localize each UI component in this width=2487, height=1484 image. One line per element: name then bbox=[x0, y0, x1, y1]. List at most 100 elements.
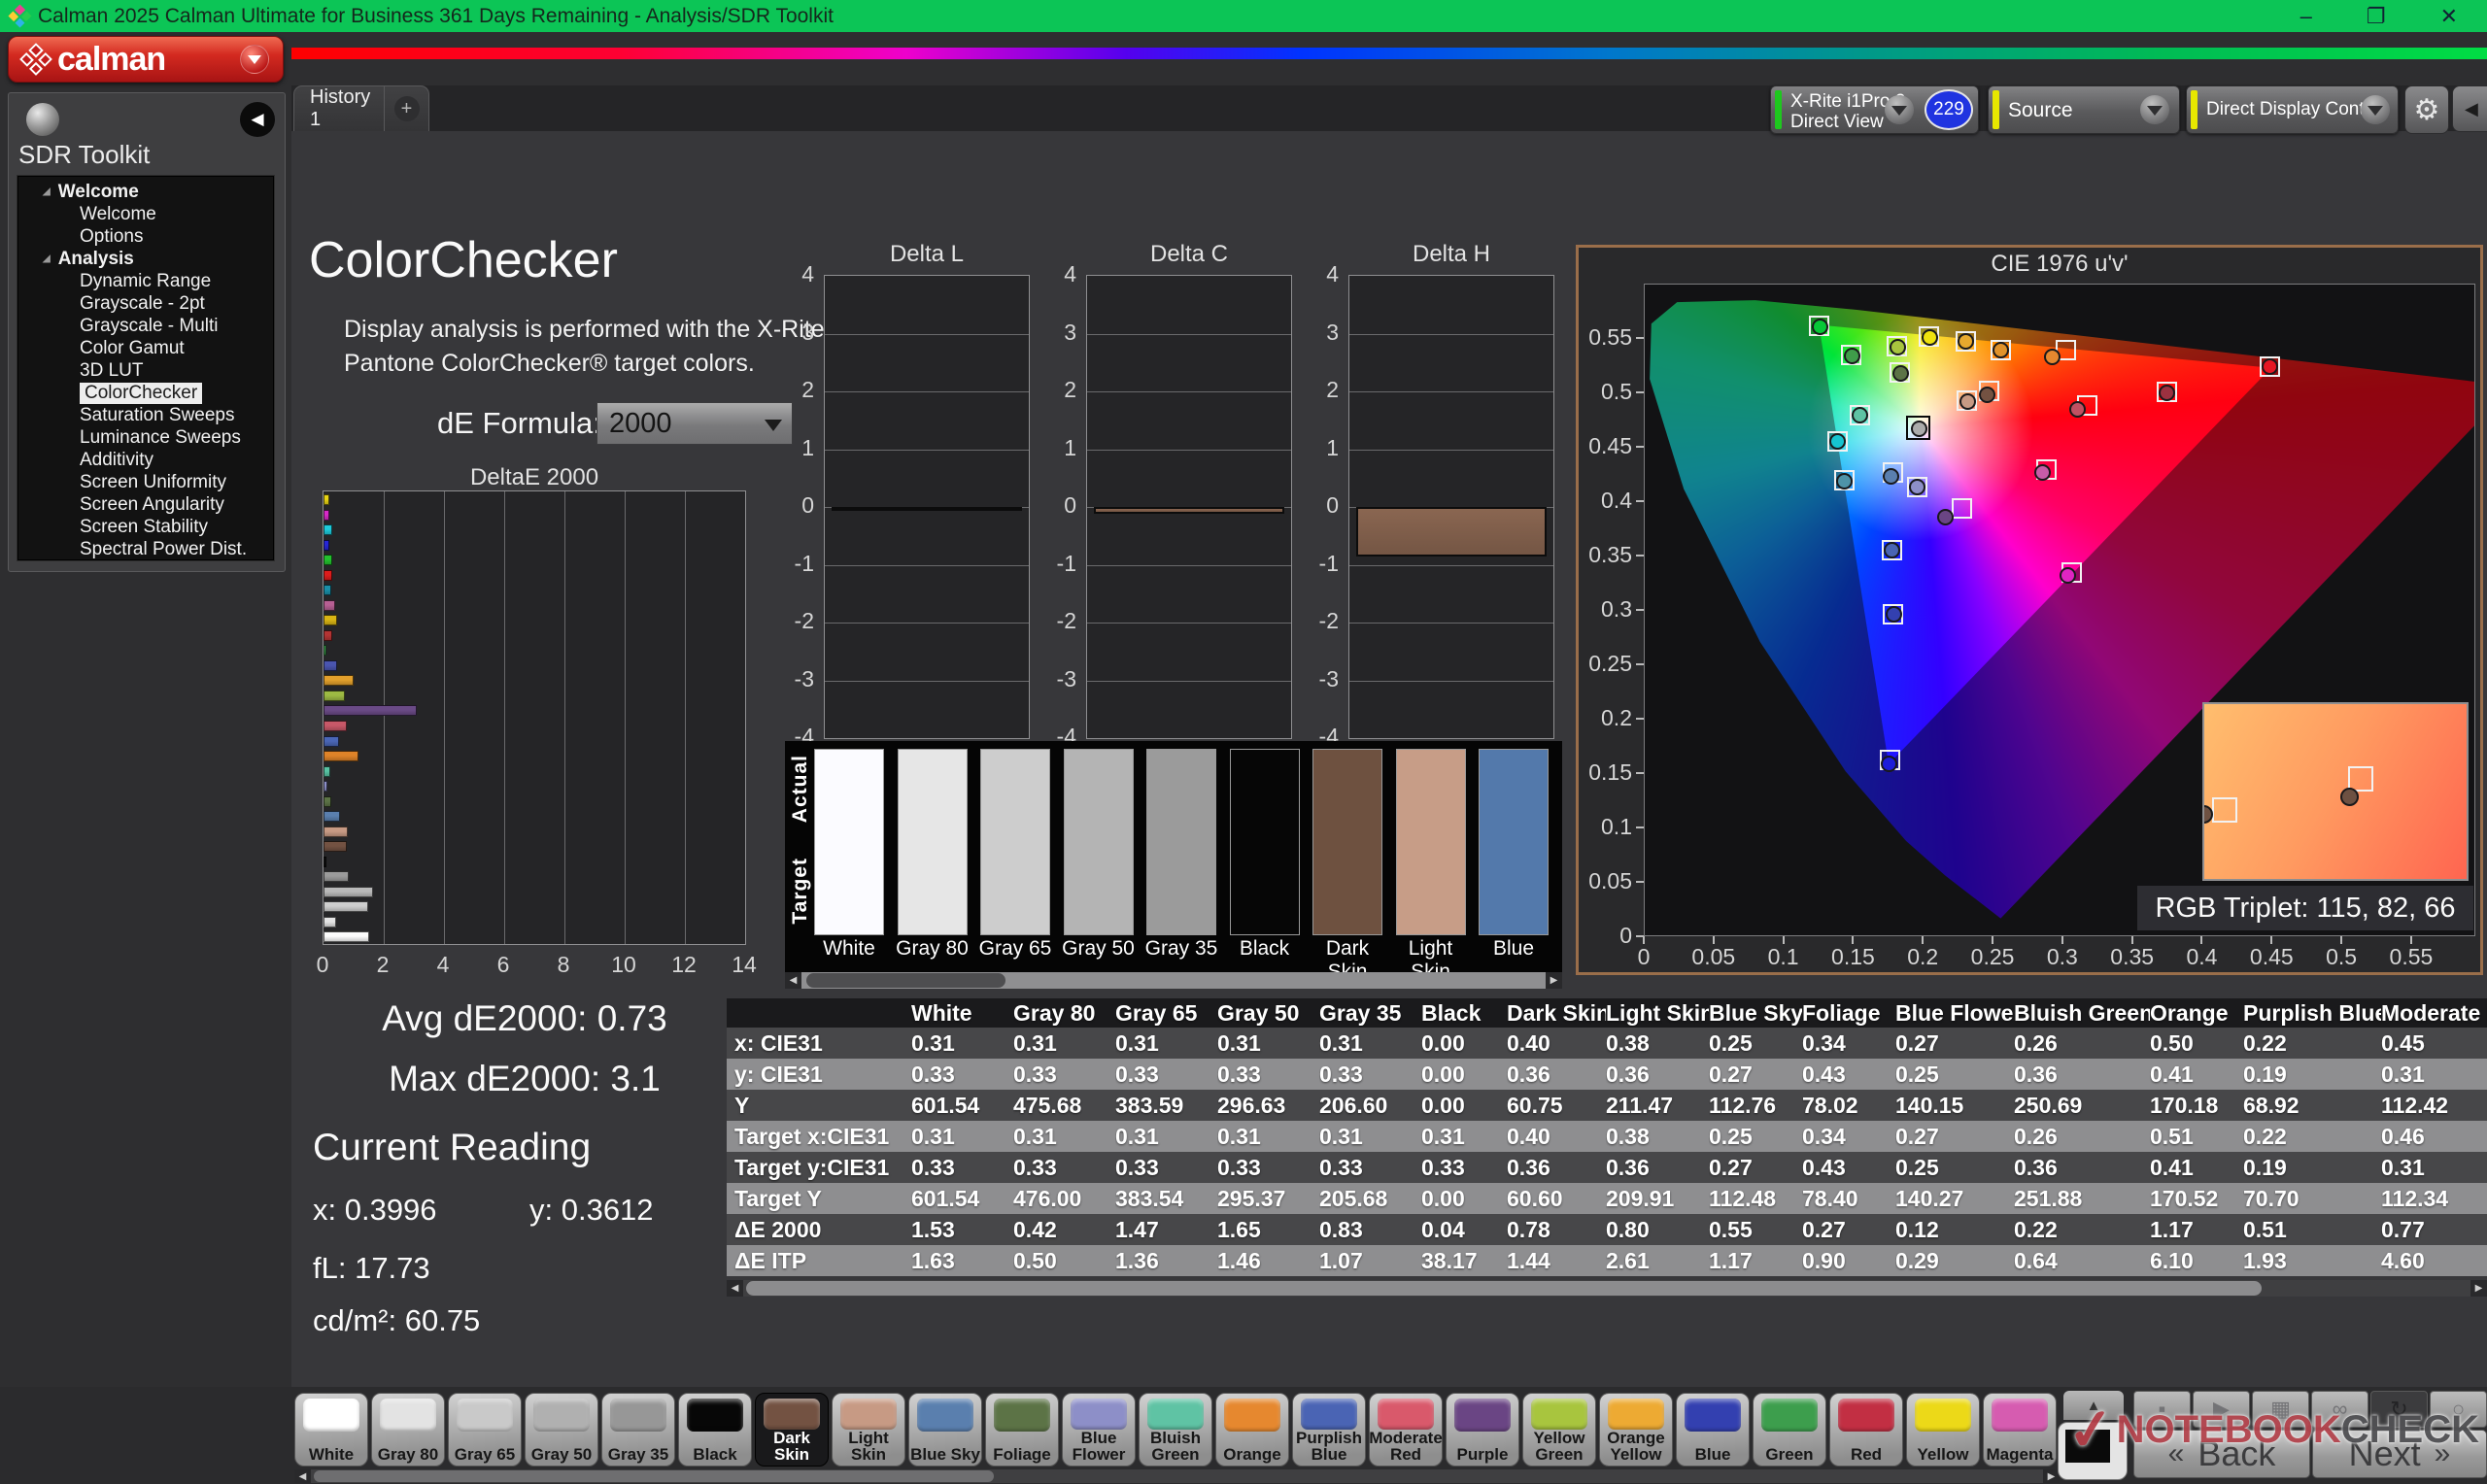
patch-yellow[interactable]: Yellow bbox=[1906, 1393, 1980, 1467]
scroll-left-icon[interactable]: ◀ bbox=[294, 1469, 311, 1483]
sidebar-item-screen-angularity[interactable]: Screen Angularity bbox=[17, 493, 274, 516]
add-tab-button[interactable]: + bbox=[385, 96, 428, 121]
chevron-down-icon[interactable] bbox=[1885, 95, 1914, 124]
table-cell: 0.27 bbox=[1709, 1152, 1802, 1183]
patch-blue[interactable]: Blue bbox=[1676, 1393, 1750, 1467]
tool-button-4[interactable]: ↻ bbox=[2370, 1391, 2428, 1428]
table-scrollbar[interactable]: ◀ ▶ bbox=[727, 1280, 2487, 1297]
y-tick-mark bbox=[1636, 555, 1644, 556]
y-tick-label: 0.4 bbox=[1574, 488, 1632, 514]
patch-blue-flower[interactable]: Blue Flower bbox=[1062, 1393, 1136, 1467]
sidebar-item-saturation-sweeps[interactable]: Saturation Sweeps bbox=[17, 404, 274, 426]
patch-orange-yellow[interactable]: Orange Yellow bbox=[1599, 1393, 1673, 1467]
patch-blue-sky[interactable]: Blue Sky bbox=[908, 1393, 982, 1467]
back-button[interactable]: « Back bbox=[2133, 1430, 2310, 1478]
swatch-blue bbox=[1479, 749, 1549, 935]
minimize-icon[interactable]: – bbox=[2300, 4, 2312, 29]
scroll-left-icon[interactable]: ◀ bbox=[785, 972, 801, 989]
patch-gray-65[interactable]: Gray 65 bbox=[448, 1393, 522, 1467]
close-icon[interactable]: ✕ bbox=[2440, 4, 2458, 29]
scrollbar-thumb[interactable] bbox=[314, 1470, 994, 1482]
panel-collapse-icon[interactable]: ◀ bbox=[2452, 85, 2487, 132]
patch-white[interactable]: White bbox=[294, 1393, 368, 1467]
sidebar-item-analysis[interactable]: ◢Analysis bbox=[17, 248, 274, 270]
tool-button-1[interactable]: ▶ bbox=[2193, 1391, 2250, 1428]
expander-icon[interactable]: ◢ bbox=[43, 253, 51, 264]
swatch-gray-65 bbox=[980, 749, 1050, 935]
max-de2000: Max dE2000: 3.1 bbox=[321, 1059, 729, 1099]
pattern-preview[interactable] bbox=[2058, 1422, 2128, 1480]
tool-button-3[interactable]: ∞ bbox=[2311, 1391, 2368, 1428]
x-tick-mark bbox=[2340, 936, 2342, 944]
scroll-left-icon[interactable]: ◀ bbox=[727, 1280, 743, 1297]
patch-magenta[interactable]: Magenta bbox=[1983, 1393, 2057, 1467]
source-dropdown[interactable]: Source bbox=[1988, 85, 2180, 134]
patch-label: Blue bbox=[1677, 1432, 1749, 1466]
sidebar-item-label: Spectral Power Dist. bbox=[80, 539, 247, 560]
patch-color-chip bbox=[610, 1399, 666, 1432]
y-tick-label: 1 bbox=[1286, 435, 1339, 461]
patch-orange[interactable]: Orange bbox=[1215, 1393, 1289, 1467]
chevron-down-icon[interactable] bbox=[2361, 95, 2390, 124]
scroll-right-icon[interactable]: ▶ bbox=[2470, 1280, 2487, 1297]
de-bar-orange-yellow bbox=[324, 675, 354, 686]
patch-gray-50[interactable]: Gray 50 bbox=[525, 1393, 598, 1467]
sidebar-item-3d-lut[interactable]: 3D LUT bbox=[17, 359, 274, 382]
sidebar-item-color-gamut[interactable]: Color Gamut bbox=[17, 337, 274, 359]
sidebar-item-colorchecker[interactable]: ColorChecker bbox=[17, 382, 274, 404]
sidebar-item-grayscale-2pt[interactable]: Grayscale - 2pt bbox=[17, 292, 274, 315]
sidebar-item-luminance-sweeps[interactable]: Luminance Sweeps bbox=[17, 426, 274, 449]
patch-scrollbar[interactable]: ◀ ▶ bbox=[294, 1469, 2060, 1483]
scrollbar-thumb[interactable] bbox=[806, 973, 1005, 988]
patch-black[interactable]: Black bbox=[678, 1393, 752, 1467]
display-control-dropdown[interactable]: Direct Display Control bbox=[2186, 85, 2399, 134]
scrollbar-thumb[interactable] bbox=[746, 1281, 2262, 1296]
calman-logo-button[interactable]: calman bbox=[8, 36, 284, 83]
patch-green[interactable]: Green bbox=[1753, 1393, 1826, 1467]
patch-bluish-green[interactable]: Bluish Green bbox=[1139, 1393, 1212, 1467]
delta-l-title: Delta L bbox=[824, 241, 1030, 268]
patch-red[interactable]: Red bbox=[1829, 1393, 1903, 1467]
patch-gray-80[interactable]: Gray 80 bbox=[371, 1393, 445, 1467]
patch-moderate-red[interactable]: Moderate Red bbox=[1369, 1393, 1443, 1467]
table-cell: 0.25 bbox=[1709, 1121, 1802, 1152]
expander-icon[interactable]: ◢ bbox=[43, 186, 51, 197]
patch-foliage[interactable]: Foliage bbox=[985, 1393, 1059, 1467]
de-bar-magenta-100- bbox=[324, 510, 329, 521]
pattern-expand-button[interactable]: ▲ bbox=[2063, 1391, 2124, 1420]
de-bar-purplish-blue bbox=[324, 736, 339, 747]
patch-purple[interactable]: Purple bbox=[1446, 1393, 1519, 1467]
gear-icon[interactable]: ⚙ bbox=[2404, 85, 2449, 134]
patch-light-skin[interactable]: Light Skin bbox=[832, 1393, 905, 1467]
sidebar-item-welcome[interactable]: ◢Welcome bbox=[17, 181, 274, 203]
chevron-down-icon[interactable] bbox=[2140, 95, 2169, 124]
calman-logo-text: calman bbox=[57, 41, 165, 79]
sidebar-item-options[interactable]: Options bbox=[17, 225, 274, 248]
sidebar-item-grayscale-multi[interactable]: Grayscale - Multi bbox=[17, 315, 274, 337]
sidebar-item-additivity[interactable]: Additivity bbox=[17, 449, 274, 471]
tab-history-1[interactable]: History 1 bbox=[294, 86, 384, 131]
patch-yellow-green[interactable]: Yellow Green bbox=[1522, 1393, 1596, 1467]
sidebar-collapse-button[interactable]: ◀ bbox=[240, 102, 275, 137]
y-tick-label: 2 bbox=[1286, 377, 1339, 403]
tool-button-5[interactable]: ○ bbox=[2430, 1391, 2487, 1428]
tool-button-2[interactable]: ▦ bbox=[2252, 1391, 2309, 1428]
tool-button-0[interactable]: ▪ bbox=[2133, 1391, 2191, 1428]
patch-dark-skin[interactable]: Dark Skin bbox=[755, 1393, 829, 1467]
patch-purplish-blue[interactable]: Purplish Blue bbox=[1292, 1393, 1366, 1467]
row-label: Target y:CIE31 bbox=[727, 1152, 911, 1183]
meter-dropdown[interactable]: X-Rite i1Pro 2 Direct View 229 bbox=[1770, 85, 1979, 134]
patch-gray-35[interactable]: Gray 35 bbox=[601, 1393, 675, 1467]
logo-menu-dropdown[interactable] bbox=[240, 45, 269, 74]
table-cell: 250.69 bbox=[2014, 1090, 2150, 1121]
swatch-scrollbar[interactable]: ◀ ▶ bbox=[785, 972, 1562, 989]
sidebar-item-screen-uniformity[interactable]: Screen Uniformity bbox=[17, 471, 274, 493]
scroll-right-icon[interactable]: ▶ bbox=[1546, 972, 1562, 989]
restore-icon[interactable]: ❐ bbox=[2367, 4, 2386, 29]
sidebar-item-welcome[interactable]: Welcome bbox=[17, 203, 274, 225]
next-button[interactable]: Next » bbox=[2312, 1430, 2487, 1478]
sidebar-item-spectral-power-dist-[interactable]: Spectral Power Dist. bbox=[17, 538, 274, 560]
sidebar-item-dynamic-range[interactable]: Dynamic Range bbox=[17, 270, 274, 292]
y-tick-mark bbox=[1636, 337, 1644, 339]
sidebar-item-screen-stability[interactable]: Screen Stability bbox=[17, 516, 274, 538]
